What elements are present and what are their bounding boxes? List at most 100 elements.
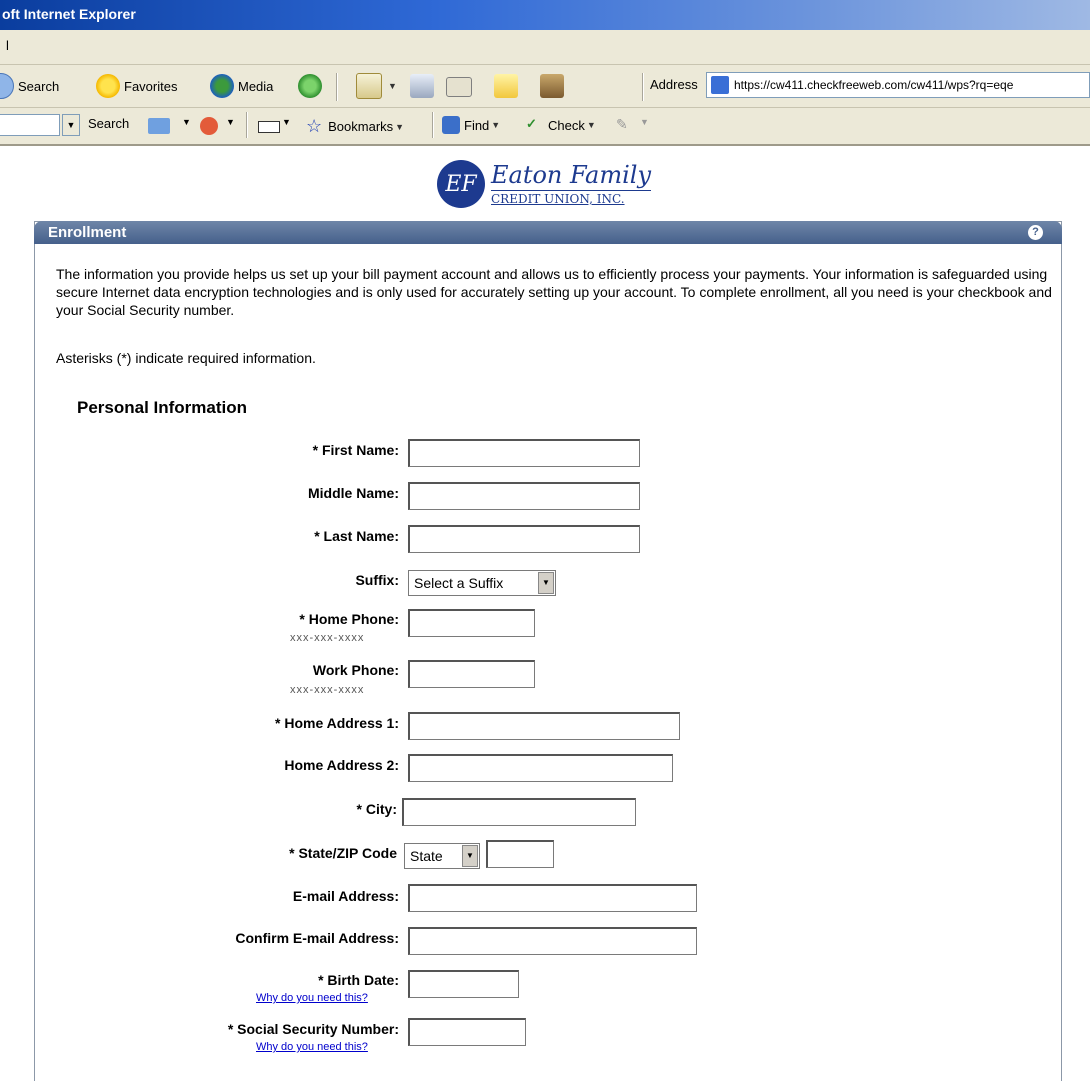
menu-fragment[interactable]: l (6, 38, 9, 53)
suffix-dropdown-icon[interactable]: ▼ (538, 572, 554, 594)
toolbar-search-button[interactable]: Search (88, 116, 129, 131)
toolbar-search-dropdown-icon[interactable]: ▼ (62, 114, 80, 136)
window-title: oft Internet Explorer (2, 6, 136, 22)
state-zip-label: * State/ZIP Code (289, 845, 397, 861)
home-phone-field[interactable] (408, 609, 535, 637)
home-address-2-label: Home Address 2: (284, 757, 399, 773)
bookmarks-dropdown-icon: ▼ (395, 121, 405, 132)
intro-text: The information you provide helps us set… (56, 266, 1052, 318)
bookmark-star-icon: ☆ (306, 116, 323, 136)
required-note: Asterisks (*) indicate required informat… (56, 350, 316, 366)
search-toolbar-button[interactable]: Search (0, 73, 59, 99)
highlight-icon[interactable] (148, 118, 170, 134)
logo-monogram: EF (437, 160, 485, 208)
toolbar-search-label: Search (88, 116, 130, 131)
help-icon[interactable]: ? (1028, 225, 1043, 240)
work-phone-hint: xxx-xxx-xxxx (290, 684, 365, 696)
address-url[interactable]: https://cw411.checkfreeweb.com/cw411/wps… (734, 78, 1013, 92)
confirm-email-field[interactable] (408, 927, 697, 955)
first-name-field[interactable] (408, 439, 640, 467)
ssn-label: * Social Security Number: (227, 1021, 399, 1037)
city-label: * City: (356, 801, 397, 817)
page-icon (711, 76, 729, 94)
history-icon[interactable] (298, 74, 322, 98)
media-button[interactable]: Media (210, 74, 273, 98)
toolbar-separator (246, 112, 248, 138)
section-title: Personal Information (77, 398, 248, 417)
panel-title: Enrollment (48, 224, 127, 241)
star-icon (96, 74, 120, 98)
email-label: E-mail Address: (292, 888, 399, 904)
first-name-label: * First Name: (312, 442, 399, 458)
middle-name-field[interactable] (408, 482, 640, 510)
search-toolbar: ▼ Search ▼ ▼ ▼ ☆ Bookmarks ▼ Find ▼ ✓ Ch… (0, 108, 1090, 146)
mail-button[interactable]: ▼ (356, 73, 397, 99)
birth-date-why-link[interactable]: Why do you need this? (256, 992, 368, 1004)
suffix-select[interactable]: Select a Suffix ▼ (408, 570, 556, 596)
home-phone-hint: xxx-xxx-xxxx (290, 632, 365, 644)
bookmarks-button[interactable]: ☆ Bookmarks ▼ (306, 116, 404, 137)
button-icon[interactable] (258, 121, 280, 133)
popup-dropdown-icon[interactable]: ▼ (226, 117, 235, 127)
mail-dropdown-icon[interactable]: ▼ (388, 81, 397, 91)
state-select[interactable]: State ▼ (404, 843, 480, 869)
toolbar-separator (336, 73, 338, 101)
state-selected: State (410, 848, 443, 864)
work-phone-label: Work Phone: (312, 662, 399, 678)
favorites-button[interactable]: Favorites (96, 74, 177, 98)
home-address-1-label: * Home Address 1: (275, 715, 399, 731)
address-bar[interactable]: https://cw411.checkfreeweb.com/cw411/wps… (706, 72, 1090, 98)
notes-icon[interactable] (494, 74, 518, 98)
state-dropdown-icon[interactable]: ▼ (462, 845, 478, 867)
edit-icon[interactable] (446, 77, 472, 97)
print-icon[interactable] (410, 74, 434, 98)
toolbar-search-input[interactable] (0, 114, 60, 136)
mail-icon (356, 73, 382, 99)
media-icon (210, 74, 234, 98)
find-button[interactable]: Find ▼ (442, 116, 500, 134)
highlight-dropdown-icon[interactable]: ▼ (182, 117, 191, 127)
find-label: Find (464, 117, 490, 133)
middle-name-label: Middle Name: (307, 485, 399, 501)
popup-blocker-icon[interactable] (200, 117, 218, 135)
bookmarks-label: Bookmarks (328, 119, 394, 134)
panel-header: Enrollment (34, 221, 1062, 244)
home-address-2-field[interactable] (408, 754, 673, 782)
toolbar-separator (642, 73, 644, 101)
check-button[interactable]: ✓ Check ▼ (526, 116, 596, 134)
logo-name: Eaton Family (491, 161, 652, 189)
zip-code-field[interactable] (486, 840, 554, 868)
research-icon[interactable] (540, 74, 564, 98)
window-titlebar: oft Internet Explorer (0, 0, 1090, 30)
city-field[interactable] (402, 798, 636, 826)
home-address-1-field[interactable] (408, 712, 680, 740)
suffix-label: Suffix: (355, 572, 399, 588)
spellcheck-icon: ✓ (526, 116, 537, 131)
credit-union-logo: EF Eaton Family CREDIT UNION, INC. (437, 160, 652, 208)
settings-wrench-icon[interactable]: ✎ (616, 116, 628, 133)
search-icon (0, 73, 14, 99)
media-label: Media (238, 78, 274, 94)
ssn-field[interactable] (408, 1018, 526, 1046)
find-icon (442, 116, 460, 134)
check-label: Check (548, 117, 585, 133)
logo-subtitle: CREDIT UNION, INC. (491, 190, 652, 206)
favorites-label: Favorites (124, 78, 178, 94)
confirm-email-label: Confirm E-mail Address: (235, 930, 399, 946)
work-phone-field[interactable] (408, 660, 535, 688)
check-dropdown-icon: ▼ (586, 120, 596, 130)
birth-date-label: * Birth Date: (318, 972, 399, 988)
email-field[interactable] (408, 884, 697, 912)
suffix-selected: Select a Suffix (414, 575, 504, 591)
address-label: Address (650, 77, 698, 92)
menu-bar: l (0, 30, 1090, 65)
button-dropdown-icon[interactable]: ▼ (282, 117, 291, 127)
birth-date-field[interactable] (408, 970, 519, 998)
toolbar-separator (432, 112, 434, 138)
find-dropdown-icon: ▼ (491, 120, 501, 130)
home-phone-label: * Home Phone: (299, 611, 399, 627)
settings-dropdown-icon[interactable]: ▼ (640, 117, 649, 127)
last-name-field[interactable] (408, 525, 640, 553)
last-name-label: * Last Name: (314, 528, 399, 544)
ssn-why-link[interactable]: Why do you need this? (256, 1041, 368, 1053)
